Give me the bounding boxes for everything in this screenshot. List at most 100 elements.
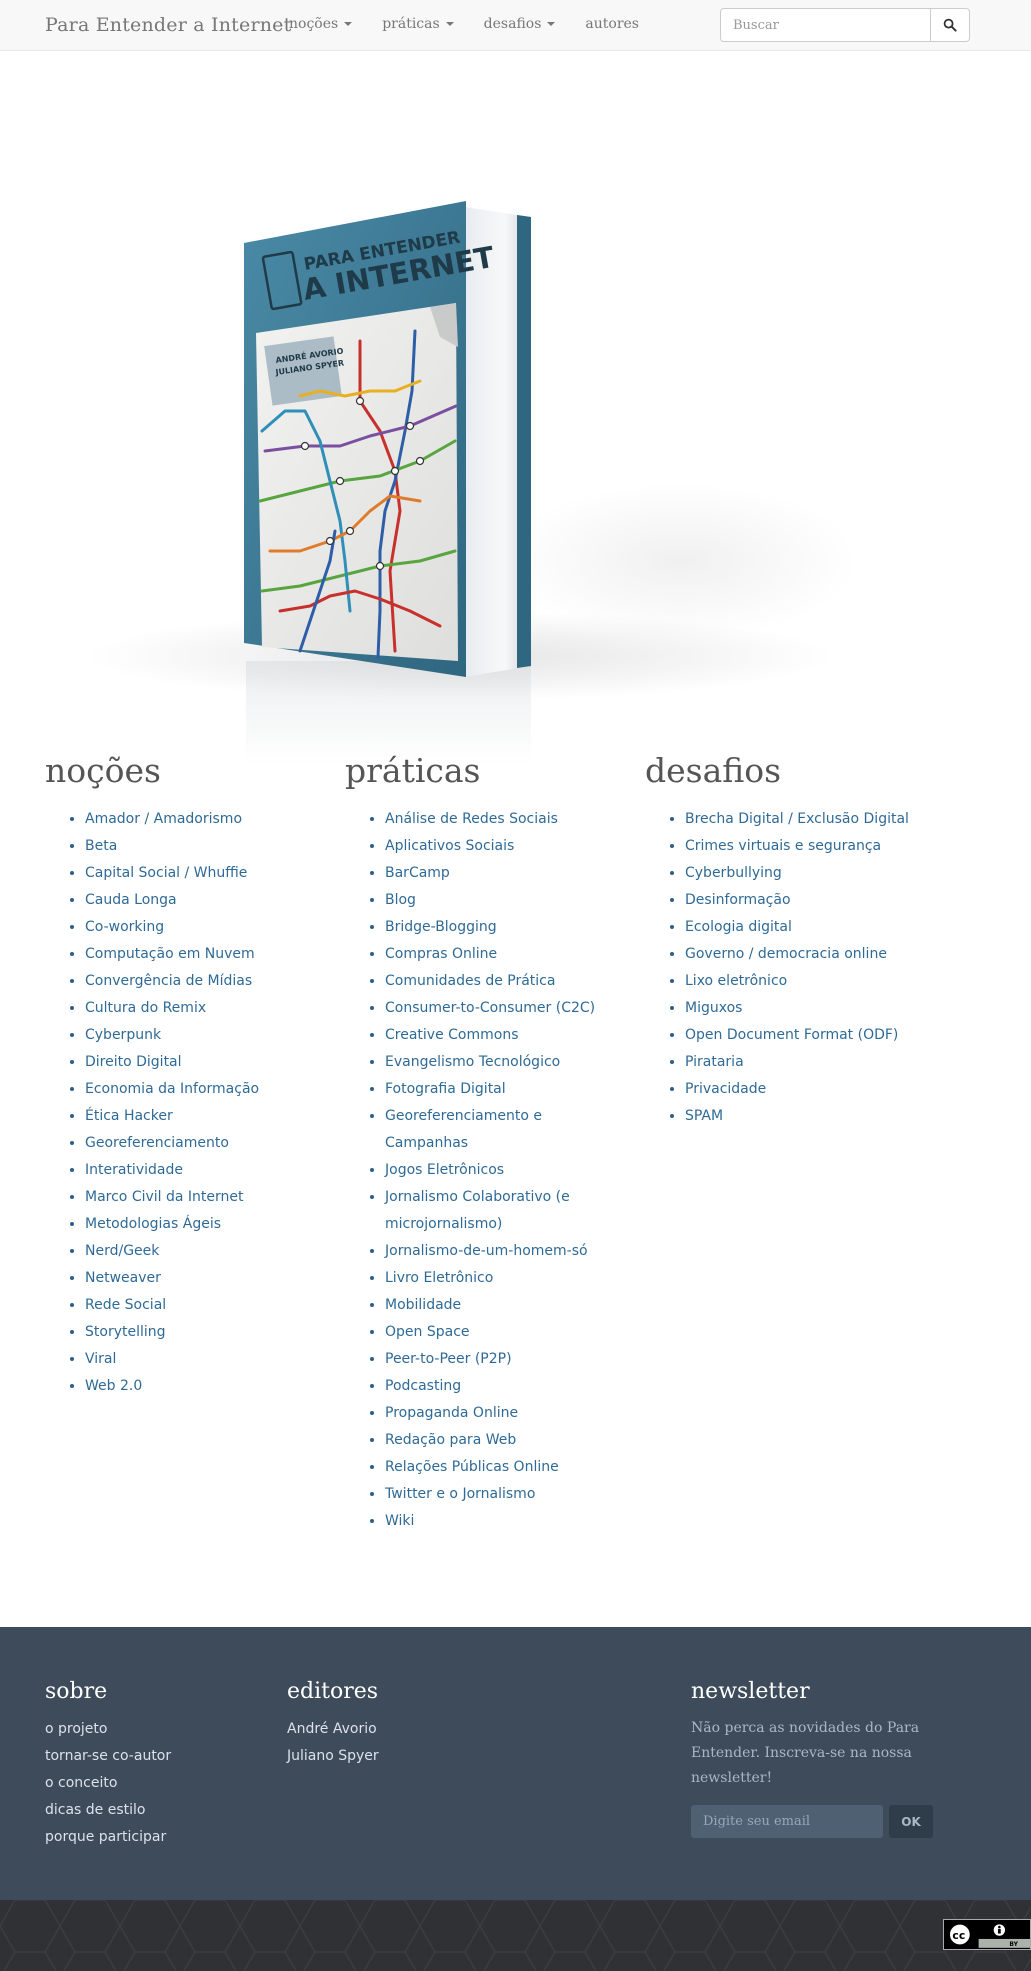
list-item[interactable]: Nerd/Geek xyxy=(85,1238,259,1265)
search-input[interactable] xyxy=(720,8,931,42)
list-item[interactable]: Podcasting xyxy=(385,1373,615,1400)
book-cover-image: PARA ENTENDER A INTERNET ANDRÉ AVORIO JU… xyxy=(244,201,531,677)
newsletter-submit-button[interactable]: OK xyxy=(889,1805,933,1838)
list-item[interactable]: Cyberpunk xyxy=(85,1022,259,1049)
list-item[interactable]: Crimes virtuais e segurança xyxy=(685,833,909,860)
list-item[interactable]: Cauda Longa xyxy=(85,887,259,914)
footer-newsletter: newsletter Não perca as novidades do Par… xyxy=(691,1679,991,1838)
search-icon xyxy=(943,18,957,32)
list-item[interactable]: SPAM xyxy=(685,1103,909,1130)
list-item[interactable]: Economia da Informação xyxy=(85,1076,259,1103)
newsletter-email-input[interactable] xyxy=(691,1805,883,1838)
list-item[interactable]: Propaganda Online xyxy=(385,1400,615,1427)
list-item[interactable]: Governo / democracia online xyxy=(685,941,909,968)
list-item[interactable]: Evangelismo Tecnológico xyxy=(385,1049,615,1076)
list-item[interactable]: Cultura do Remix xyxy=(85,995,259,1022)
nav-autores[interactable]: autores xyxy=(585,16,639,32)
cc-license-badge[interactable]: cc BY xyxy=(943,1919,1031,1950)
footer-link[interactable]: tornar-se co-autor xyxy=(45,1743,171,1770)
cc-by-label: BY xyxy=(1009,1941,1018,1948)
list-item[interactable]: Metodologias Ágeis xyxy=(85,1211,259,1238)
list-item[interactable]: Lixo eletrônico xyxy=(685,968,909,995)
footer-sobre-title: sobre xyxy=(45,1679,108,1704)
footer-link[interactable]: o projeto xyxy=(45,1716,171,1743)
list-item[interactable]: Co-working xyxy=(85,914,259,941)
list-item[interactable]: Livro Eletrônico xyxy=(385,1265,615,1292)
list-item[interactable]: Twitter e o Jornalismo xyxy=(385,1481,615,1508)
bottom-bar: cc BY xyxy=(0,1900,1031,1971)
list-item[interactable]: Web 2.0 xyxy=(85,1373,259,1400)
column-desafios: desafios Brecha Digital / Exclusão Digit… xyxy=(645,751,909,1130)
list-item[interactable]: Georeferenciamento xyxy=(85,1130,259,1157)
caret-down-icon xyxy=(445,22,454,26)
list-item[interactable]: Desinformação xyxy=(685,887,909,914)
list-item[interactable]: Aplicativos Sociais xyxy=(385,833,615,860)
list-item[interactable]: Compras Online xyxy=(385,941,615,968)
list-item[interactable]: Consumer-to-Consumer (C2C) xyxy=(385,995,615,1022)
list-item[interactable]: BarCamp xyxy=(385,860,615,887)
list-item[interactable]: Mobilidade xyxy=(385,1292,615,1319)
list-item[interactable]: Storytelling xyxy=(85,1319,259,1346)
list-item[interactable]: Privacidade xyxy=(685,1076,909,1103)
list-item[interactable]: Amador / Amadorismo xyxy=(85,806,259,833)
main-nav: noções práticas desafios autores xyxy=(289,16,669,32)
list-item[interactable]: Peer-to-Peer (P2P) xyxy=(385,1346,615,1373)
site-brand[interactable]: Para Entender a Internet xyxy=(45,14,291,36)
column-nocoes-title: noções xyxy=(45,751,161,790)
search-form xyxy=(720,8,970,42)
newsletter-text: Não perca as novidades do Para Entender.… xyxy=(691,1720,920,1786)
list-item[interactable]: Fotografia Digital xyxy=(385,1076,615,1103)
list-item[interactable]: Netweaver xyxy=(85,1265,259,1292)
footer-sobre: sobre o projeto tornar-se co-autor o con… xyxy=(45,1679,171,1851)
footer-link[interactable]: Juliano Spyer xyxy=(287,1743,379,1770)
list-item[interactable]: Rede Social xyxy=(85,1292,259,1319)
list-item[interactable]: Análise de Redes Sociais xyxy=(385,806,615,833)
list-item[interactable]: Interatividade xyxy=(85,1157,259,1184)
list-item[interactable]: Miguxos xyxy=(685,995,909,1022)
list-item[interactable]: Marco Civil da Internet xyxy=(85,1184,259,1211)
list-item[interactable]: Wiki xyxy=(385,1508,615,1535)
list-item[interactable]: Open Document Format (ODF) xyxy=(685,1022,909,1049)
list-item[interactable]: Jornalismo-de-um-homem-só xyxy=(385,1238,615,1265)
list-item[interactable]: Comunidades de Prática xyxy=(385,968,615,995)
list-desafios: Brecha Digital / Exclusão Digital Crimes… xyxy=(645,806,909,1130)
list-item[interactable]: Open Space xyxy=(385,1319,615,1346)
list-item[interactable]: Relações Públicas Online xyxy=(385,1454,615,1481)
nav-nocoes-label: noções xyxy=(289,16,339,32)
nav-praticas[interactable]: práticas xyxy=(382,16,454,32)
nav-nocoes[interactable]: noções xyxy=(289,16,353,32)
footer-link[interactable]: porque participar xyxy=(45,1824,171,1851)
list-item[interactable]: Computação em Nuvem xyxy=(85,941,259,968)
list-item[interactable]: Viral xyxy=(85,1346,259,1373)
list-nocoes: Amador / Amadorismo Beta Capital Social … xyxy=(45,806,259,1400)
footer-link[interactable]: dicas de estilo xyxy=(45,1797,171,1824)
footer-editores-links: André Avorio Juliano Spyer xyxy=(287,1716,379,1770)
list-item[interactable]: Brecha Digital / Exclusão Digital xyxy=(685,806,909,833)
list-praticas: Análise de Redes Sociais Aplicativos Soc… xyxy=(345,806,615,1535)
list-item[interactable]: Georeferenciamento e Campanhas xyxy=(385,1103,615,1157)
list-item[interactable]: Direito Digital xyxy=(85,1049,259,1076)
column-desafios-title: desafios xyxy=(645,751,782,790)
list-item[interactable]: Capital Social / Whuffie xyxy=(85,860,259,887)
footer-link[interactable]: André Avorio xyxy=(287,1716,379,1743)
list-item[interactable]: Bridge-Blogging xyxy=(385,914,615,941)
list-item[interactable]: Convergência de Mídias xyxy=(85,968,259,995)
list-item[interactable]: Beta xyxy=(85,833,259,860)
footer-sobre-links: o projeto tornar-se co-autor o conceito … xyxy=(45,1716,171,1851)
list-item[interactable]: Redação para Web xyxy=(385,1427,615,1454)
footer-link[interactable]: o conceito xyxy=(45,1770,171,1797)
list-item[interactable]: Cyberbullying xyxy=(685,860,909,887)
list-item[interactable]: Jornalismo Colaborativo (e microjornalis… xyxy=(385,1184,615,1238)
list-item[interactable]: Pirataria xyxy=(685,1049,909,1076)
list-item[interactable]: Creative Commons xyxy=(385,1022,615,1049)
site-footer: sobre o projeto tornar-se co-autor o con… xyxy=(0,1627,1031,1900)
nav-desafios[interactable]: desafios xyxy=(484,16,556,32)
top-navbar: Para Entender a Internet noções práticas… xyxy=(0,0,1031,51)
list-item[interactable]: Ética Hacker xyxy=(85,1103,259,1130)
list-item[interactable]: Blog xyxy=(385,887,615,914)
column-praticas-title: práticas xyxy=(345,751,481,790)
nav-desafios-label: desafios xyxy=(483,16,542,32)
list-item[interactable]: Ecologia digital xyxy=(685,914,909,941)
list-item[interactable]: Jogos Eletrônicos xyxy=(385,1157,615,1184)
search-button[interactable] xyxy=(931,8,970,42)
